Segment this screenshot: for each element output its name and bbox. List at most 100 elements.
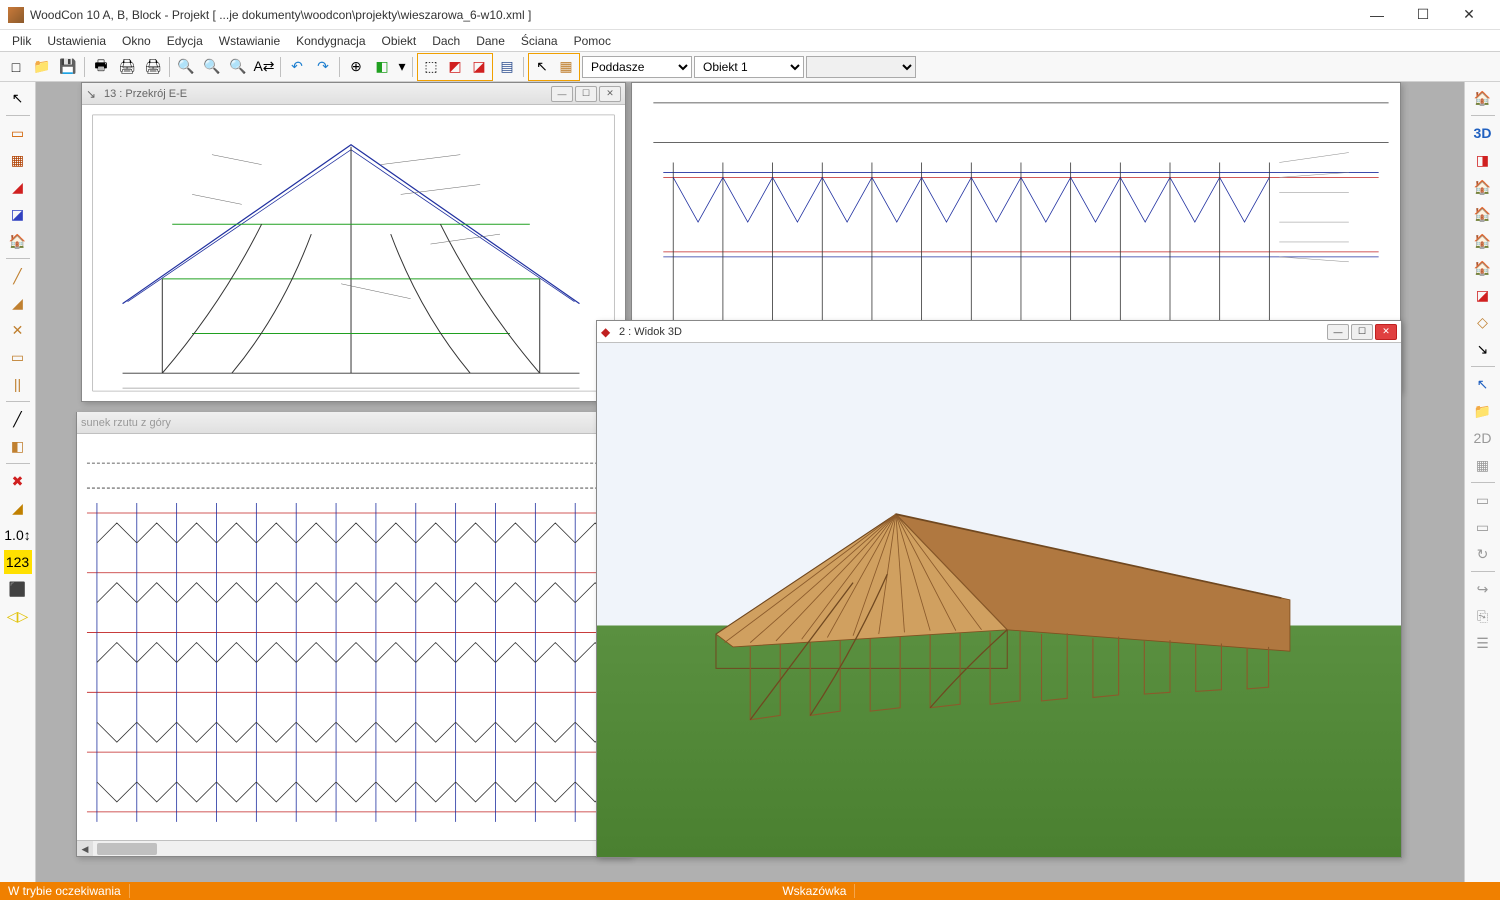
mirror-icon[interactable]: ◁▷ bbox=[4, 604, 32, 628]
grid-tool-icon[interactable]: ▦ bbox=[4, 148, 32, 172]
menu-dane[interactable]: Dane bbox=[468, 32, 513, 50]
list-r-icon[interactable]: ☰ bbox=[1469, 631, 1497, 655]
rect-r-icon[interactable]: ▭ bbox=[1469, 488, 1497, 512]
menu-okno[interactable]: Okno bbox=[114, 32, 159, 50]
plan-hscrollbar[interactable]: ◀ ▶ bbox=[77, 840, 630, 856]
arrow-dr-icon[interactable]: ↘ bbox=[1469, 337, 1497, 361]
steel-icon[interactable]: ⬛ bbox=[4, 577, 32, 601]
view3d-titlebar[interactable]: ◆ 2 : Widok 3D — ☐ ✕ bbox=[597, 321, 1401, 343]
plate-tool-icon[interactable]: ▭ bbox=[4, 345, 32, 369]
cursor-icon[interactable]: ↖ bbox=[530, 55, 554, 79]
roof-3d-model bbox=[661, 497, 1336, 754]
cursor-tool-icon[interactable]: ↖ bbox=[4, 86, 32, 110]
print-preview-icon[interactable]: 🖨 bbox=[141, 55, 165, 79]
2d-view-icon[interactable]: 2D bbox=[1469, 426, 1497, 450]
section-window[interactable]: ↘ 13 : Przekrój E-E — ☐ ✕ bbox=[81, 82, 626, 402]
house-tool-icon[interactable]: 🏠 bbox=[4, 229, 32, 253]
section-close-button[interactable]: ✕ bbox=[599, 86, 621, 102]
section-min-button[interactable]: — bbox=[551, 86, 573, 102]
view3d-min-button[interactable]: — bbox=[1327, 324, 1349, 340]
house-view4-icon[interactable]: 🏠 bbox=[1469, 256, 1497, 280]
plan-titlebar[interactable]: sunek rzutu z góry bbox=[77, 412, 630, 434]
3d-view-icon[interactable]: 3D bbox=[1469, 121, 1497, 145]
menu-pomoc[interactable]: Pomoc bbox=[566, 32, 619, 50]
open-r-icon[interactable]: 📁 bbox=[1469, 399, 1497, 423]
menu-obiekt[interactable]: Obiekt bbox=[374, 32, 425, 50]
copy-r-icon[interactable]: ⎘ bbox=[1469, 604, 1497, 628]
printer-setup-icon[interactable]: 🖶 bbox=[89, 55, 113, 79]
number-icon[interactable]: 123 bbox=[4, 550, 32, 574]
panel-mode-a-icon[interactable]: ⬚ bbox=[419, 55, 443, 79]
redo-icon[interactable]: ↷ bbox=[311, 55, 335, 79]
beam-tool-icon[interactable]: ╱ bbox=[4, 264, 32, 288]
export-icon[interactable]: ↪ bbox=[1469, 577, 1497, 601]
stock-icon[interactable]: ▦ bbox=[554, 55, 578, 79]
view3d-close-button[interactable]: ✕ bbox=[1375, 324, 1397, 340]
panel-mode-c-icon[interactable]: ◪ bbox=[467, 55, 491, 79]
menu-edycja[interactable]: Edycja bbox=[159, 32, 211, 50]
home-view-icon[interactable]: 🏠 bbox=[1469, 86, 1497, 110]
corner-view-icon[interactable]: ◪ bbox=[1469, 283, 1497, 307]
box-tool-icon[interactable]: ◧ bbox=[4, 434, 32, 458]
level-dropdown[interactable]: Poddasze bbox=[582, 56, 692, 78]
view3d-scene[interactable] bbox=[597, 343, 1401, 857]
view3d-max-button[interactable]: ☐ bbox=[1351, 324, 1373, 340]
panel-tool-icon[interactable]: ◪ bbox=[4, 202, 32, 226]
delete-icon[interactable]: ✖ bbox=[4, 469, 32, 493]
side-separator bbox=[1471, 482, 1495, 483]
plan-canvas[interactable]: ◀ ▶ bbox=[77, 434, 630, 856]
grid-r-icon[interactable]: ▦ bbox=[1469, 453, 1497, 477]
undo-icon[interactable]: ↶ bbox=[285, 55, 309, 79]
view3d-window[interactable]: ◆ 2 : Widok 3D — ☐ ✕ bbox=[596, 320, 1402, 858]
cube-icon[interactable]: ◧ bbox=[370, 55, 394, 79]
zoom-fit-icon[interactable]: 🔍 bbox=[226, 55, 250, 79]
rotate-icon[interactable]: ↻ bbox=[1469, 542, 1497, 566]
menu-wstawianie[interactable]: Wstawianie bbox=[211, 32, 288, 50]
section-max-button[interactable]: ☐ bbox=[575, 86, 597, 102]
menu-kondygnacja[interactable]: Kondygnacja bbox=[288, 32, 373, 50]
plan-window[interactable]: sunek rzutu z góry bbox=[76, 412, 631, 857]
menu-sciana[interactable]: Ściana bbox=[513, 32, 566, 50]
section-titlebar[interactable]: ↘ 13 : Przekrój E-E — ☐ ✕ bbox=[82, 83, 625, 105]
section-view-icon[interactable]: ◨ bbox=[1469, 148, 1497, 172]
dropdown-arrow-icon[interactable]: ▾ bbox=[396, 55, 408, 79]
edit-icon[interactable]: ◢ bbox=[4, 496, 32, 520]
menu-ustawienia[interactable]: Ustawienia bbox=[39, 32, 114, 50]
line-tool-icon[interactable]: ╱ bbox=[4, 407, 32, 431]
scroll-thumb[interactable] bbox=[97, 843, 157, 855]
menu-dach[interactable]: Dach bbox=[424, 32, 468, 50]
origin-icon[interactable]: ⊕ bbox=[344, 55, 368, 79]
open-file-icon[interactable]: 📁 bbox=[30, 55, 54, 79]
select-r-icon[interactable]: ↖ bbox=[1469, 372, 1497, 396]
house-view3-icon[interactable]: 🏠 bbox=[1469, 229, 1497, 253]
cross-tool-icon[interactable]: ✕ bbox=[4, 318, 32, 342]
section-canvas[interactable] bbox=[82, 105, 625, 401]
view3d-canvas[interactable] bbox=[597, 343, 1401, 857]
zoom-out-icon[interactable]: 🔍 bbox=[200, 55, 224, 79]
zoom-in-icon[interactable]: 🔍 bbox=[174, 55, 198, 79]
object-dropdown[interactable]: Obiekt 1 bbox=[694, 56, 804, 78]
roof-tool-icon[interactable]: ◢ bbox=[4, 175, 32, 199]
scroll-left-icon[interactable]: ◀ bbox=[77, 841, 93, 856]
minimize-button[interactable]: — bbox=[1354, 0, 1400, 30]
save-icon[interactable]: 💾 bbox=[56, 55, 80, 79]
print-icon[interactable]: 🖨 bbox=[115, 55, 139, 79]
maximize-button[interactable]: ☐ bbox=[1400, 0, 1446, 30]
hatch-icon[interactable]: ▤ bbox=[495, 55, 519, 79]
rect2-r-icon[interactable]: ▭ bbox=[1469, 515, 1497, 539]
house-red-icon[interactable]: 🏠 bbox=[1469, 175, 1497, 199]
rect-tool-icon[interactable]: ▭ bbox=[4, 121, 32, 145]
extra-dropdown[interactable] bbox=[806, 56, 916, 78]
new-file-icon[interactable]: □ bbox=[4, 55, 28, 79]
diamond-icon[interactable]: ◇ bbox=[1469, 310, 1497, 334]
dimension-icon[interactable]: A⇄ bbox=[252, 55, 276, 79]
height-icon[interactable]: 1.0↕ bbox=[4, 523, 32, 547]
view3d-title: 2 : Widok 3D bbox=[619, 326, 1327, 338]
panel-mode-b-icon[interactable]: ◩ bbox=[443, 55, 467, 79]
rafter-tool-icon[interactable]: ◢ bbox=[4, 291, 32, 315]
menu-plik[interactable]: Plik bbox=[4, 32, 39, 50]
toolbar-separator bbox=[280, 57, 281, 77]
close-button[interactable]: ✕ bbox=[1446, 0, 1492, 30]
house-view2-icon[interactable]: 🏠 bbox=[1469, 202, 1497, 226]
post-tool-icon[interactable]: || bbox=[4, 372, 32, 396]
